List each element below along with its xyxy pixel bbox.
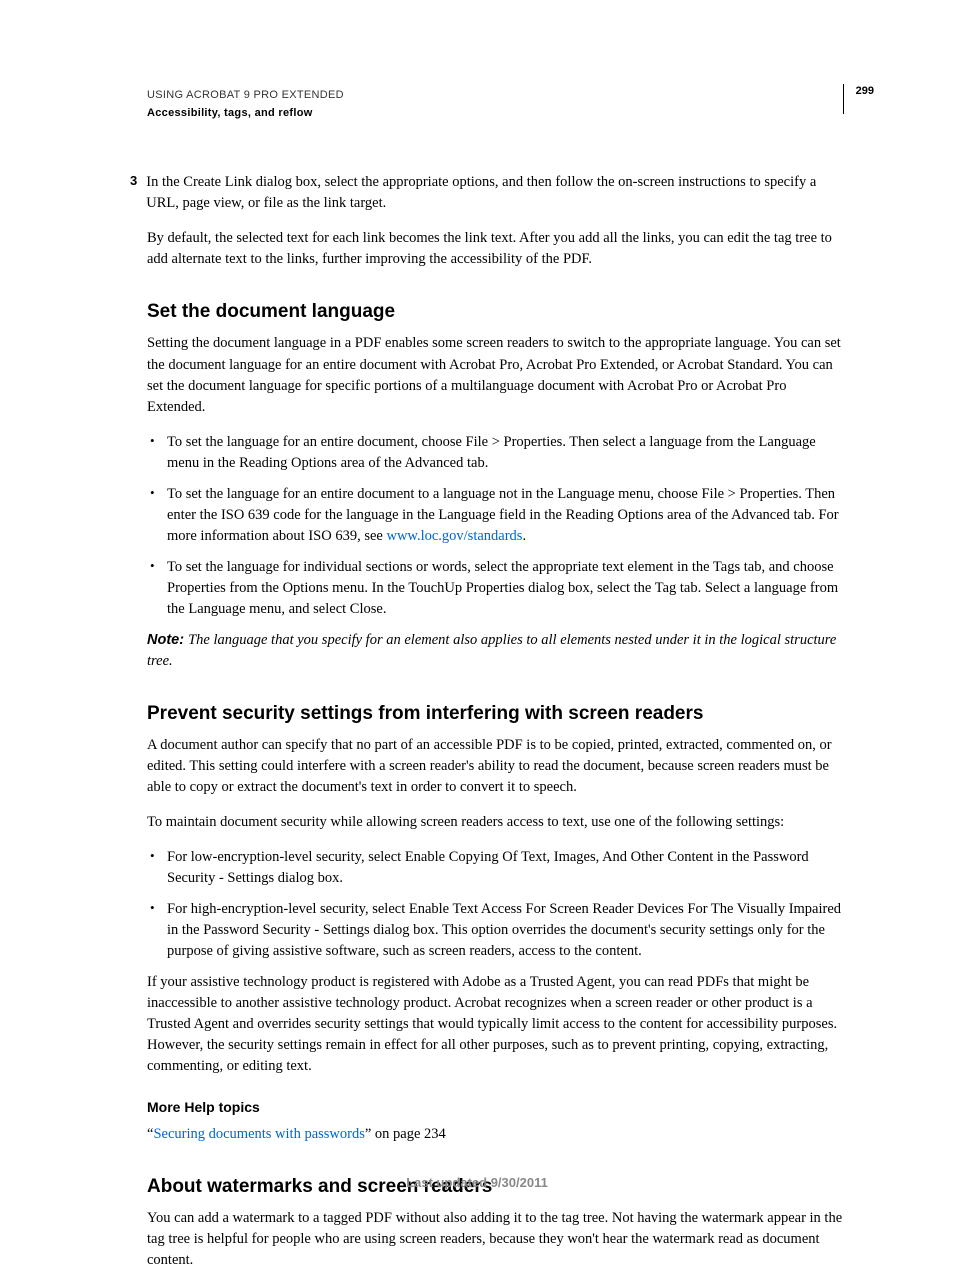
header-left: USING ACROBAT 9 PRO EXTENDED Accessibili… xyxy=(147,88,344,122)
security-bullet-list: For low-encryption-level security, selec… xyxy=(147,847,846,962)
paragraph-watermark: You can add a watermark to a tagged PDF … xyxy=(147,1208,846,1271)
step-text: In the Create Link dialog box, select th… xyxy=(146,172,846,214)
list-item: To set the language for an entire docume… xyxy=(167,432,846,474)
paragraph-default-link-text: By default, the selected text for each l… xyxy=(147,228,846,270)
securing-documents-link[interactable]: Securing documents with passwords xyxy=(153,1126,364,1142)
heading-set-document-language: Set the document language xyxy=(147,298,846,326)
section-name: Accessibility, tags, and reflow xyxy=(147,106,344,122)
list-item: For high-encryption-level security, sele… xyxy=(167,899,846,962)
paragraph-security-intro: A document author can specify that no pa… xyxy=(147,735,846,798)
step-3: 3 In the Create Link dialog box, select … xyxy=(147,172,846,214)
heading-prevent-security: Prevent security settings from interferi… xyxy=(147,700,846,728)
page-number: 299 xyxy=(843,84,874,114)
list-item: For low-encryption-level security, selec… xyxy=(167,847,846,889)
note: Note: The language that you specify for … xyxy=(147,630,846,672)
footer-last-updated: Last updated 9/30/2011 xyxy=(0,1174,954,1193)
step-number: 3 xyxy=(130,172,137,214)
help-link-tail: ” on page 234 xyxy=(365,1126,446,1142)
bullet-text-post: . xyxy=(522,528,526,544)
language-bullet-list: To set the language for an entire docume… xyxy=(147,432,846,620)
list-item: To set the language for individual secti… xyxy=(167,557,846,620)
help-link-line: “Securing documents with passwords” on p… xyxy=(147,1124,846,1145)
note-label: Note: xyxy=(147,632,188,648)
list-item: To set the language for an entire docume… xyxy=(167,484,846,547)
more-help-heading: More Help topics xyxy=(147,1097,846,1117)
iso-639-link[interactable]: www.loc.gov/standards xyxy=(386,528,522,544)
page-header: USING ACROBAT 9 PRO EXTENDED Accessibili… xyxy=(147,88,846,122)
paragraph-security-maintain: To maintain document security while allo… xyxy=(147,812,846,833)
paragraph-trusted-agent: If your assistive technology product is … xyxy=(147,972,846,1077)
document-title: USING ACROBAT 9 PRO EXTENDED xyxy=(147,88,344,104)
paragraph-lang-intro: Setting the document language in a PDF e… xyxy=(147,333,846,417)
note-text: The language that you specify for an ele… xyxy=(147,632,836,669)
